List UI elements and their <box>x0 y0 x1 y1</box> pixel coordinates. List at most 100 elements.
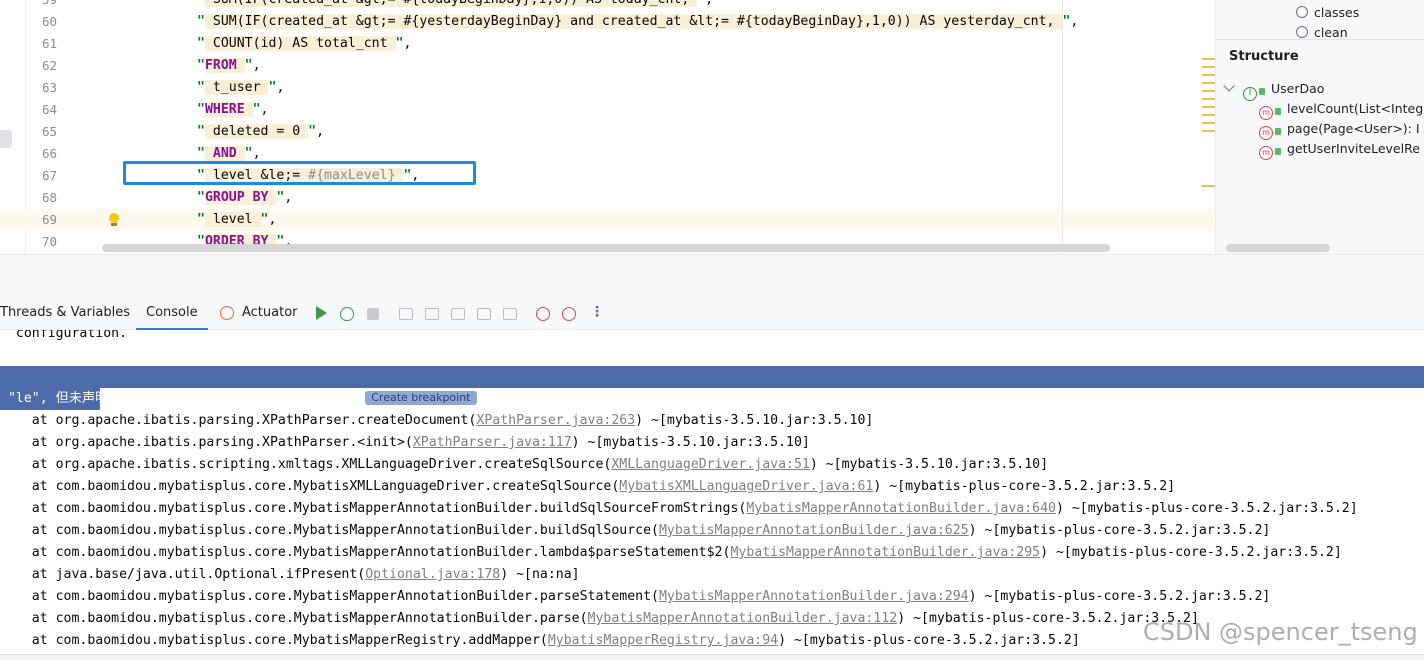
debug-window-header <box>0 254 1424 297</box>
scroll-marker <box>1202 90 1215 92</box>
line-number[interactable]: 66 <box>25 143 57 165</box>
source-link[interactable]: XPathParser.java:117 <box>413 435 572 450</box>
scroll-marker <box>1202 58 1215 60</box>
code-token: FROM <box>204 58 245 73</box>
code-line[interactable]: 68 "GROUP BY ", <box>0 187 1215 209</box>
tab-actuator[interactable]: Actuator <box>220 297 298 330</box>
editor-horizontal-scrollbar[interactable] <box>102 244 1110 252</box>
scroll-marker <box>1202 106 1215 108</box>
scroll-marker <box>1202 74 1215 76</box>
code-line[interactable]: 69 " level ", <box>0 209 1215 231</box>
code-token: , <box>252 146 261 161</box>
structure-method-item[interactable]: m getUserInviteLevelRe <box>1259 140 1420 160</box>
show-execution-point-icon[interactable] <box>399 308 413 320</box>
create-breakpoint-button[interactable]: Create breakpoint <box>365 391 477 405</box>
code-line[interactable]: 61 " COUNT(id) AS total_cnt ", <box>0 33 1215 55</box>
source-link[interactable]: MybatisMapperAnnotationBuilder.java:112 <box>588 611 898 626</box>
step-into-icon[interactable] <box>477 308 491 320</box>
stack-frame: at org.apache.ibatis.parsing.XPathParser… <box>0 432 1424 454</box>
source-link[interactable]: MybatisMapperRegistry.java:94 <box>548 633 778 648</box>
code-token: , <box>403 36 412 51</box>
structure-method-item[interactable]: m page(Page<User>): I <box>1259 120 1420 140</box>
stack-frame: at java.base/java.util.Optional.ifPresen… <box>0 564 1424 586</box>
code-token: " <box>197 102 205 117</box>
view-breakpoints-icon[interactable] <box>562 307 576 321</box>
code-token: " <box>197 36 205 51</box>
code-token: , <box>316 124 325 139</box>
structure-horizontal-scrollbar[interactable] <box>1226 244 1330 252</box>
line-number[interactable]: 67 <box>25 165 57 187</box>
code-token: " <box>197 212 205 227</box>
line-number[interactable]: 59 <box>25 0 57 11</box>
line-number[interactable]: 63 <box>25 77 57 99</box>
code-text: "WHERE ", <box>197 99 269 121</box>
debug-icon[interactable] <box>340 307 354 321</box>
stack-frame-method: at com.baomidou.mybatisplus.core.Mybatis… <box>0 523 659 538</box>
structure-title: Structure <box>1229 49 1299 64</box>
code-token: " <box>197 0 205 7</box>
step-out-icon[interactable] <box>503 308 517 320</box>
pause-icon[interactable] <box>425 308 439 320</box>
mute-breakpoints-icon[interactable] <box>536 307 550 321</box>
code-line[interactable]: 63 " t_user ", <box>0 77 1215 99</box>
chevron-down-icon[interactable] <box>1223 80 1235 92</box>
status-bar <box>0 654 1424 660</box>
code-token: WHERE <box>204 102 253 117</box>
more-options-icon[interactable]: ⋮ <box>590 305 606 321</box>
code-text: " COUNT(id) AS total_cnt ", <box>197 33 411 55</box>
source-link[interactable]: MybatisXMLLanguageDriver.java:61 <box>619 479 873 494</box>
scroll-marker <box>1202 122 1215 124</box>
code-line[interactable]: 59 " SUM(IF(created_at &gt;= #{todayBegin… <box>0 0 1215 11</box>
source-link[interactable]: MybatisMapperAnnotationBuilder.java:625 <box>659 523 969 538</box>
code-token: " <box>244 146 253 161</box>
right-margin-guide <box>1062 0 1063 254</box>
line-number[interactable]: 62 <box>25 55 57 77</box>
public-access-icon <box>1275 148 1281 155</box>
step-over-icon[interactable] <box>451 308 465 320</box>
code-text: "GROUP BY ", <box>197 187 292 209</box>
tab-threads-variables[interactable]: Threads & Variables <box>0 297 130 330</box>
stop-icon[interactable] <box>367 308 379 320</box>
code-line[interactable]: 64 "WHERE ", <box>0 99 1215 121</box>
console-error-line: "le", 但未声明它。 <box>0 388 135 410</box>
structure-method-item[interactable]: m levelCount(List<Integ <box>1259 100 1423 120</box>
line-number[interactable]: 60 <box>25 11 57 33</box>
lightbulb-icon[interactable] <box>108 213 120 227</box>
code-token: , <box>276 80 285 95</box>
code-line[interactable]: 62 "FROM ", <box>0 55 1215 77</box>
public-access-icon <box>1275 108 1281 115</box>
panel-divider[interactable] <box>1216 39 1424 40</box>
code-token: , <box>260 102 269 117</box>
line-number[interactable]: 70 <box>25 231 57 253</box>
scroll-marker <box>1202 114 1215 116</box>
source-link[interactable]: XPathParser.java:263 <box>476 413 635 428</box>
line-number[interactable]: 61 <box>25 33 57 55</box>
exception-class-link[interactable]: BuilderException <box>238 391 365 406</box>
code-editor[interactable]: 59 " SUM(IF(created_at &gt;= #{todayBegin… <box>0 0 1215 254</box>
console-line: configuration. <box>0 330 128 341</box>
stack-frame: at com.baomidou.mybatisplus.core.Mybatis… <box>0 586 1424 608</box>
tab-console[interactable]: Console <box>136 297 208 330</box>
stack-frame-jar: ) ~[mybatis-3.5.10.jar:3.5.10] <box>809 457 1049 472</box>
project-tree-item[interactable]: classes <box>1296 4 1359 22</box>
source-link[interactable]: Optional.java:178 <box>365 567 500 582</box>
resume-icon[interactable] <box>316 306 327 320</box>
code-token: , <box>252 58 261 73</box>
line-number[interactable]: 65 <box>25 121 57 143</box>
structure-root-userdao[interactable]: I UserDao <box>1223 80 1324 101</box>
line-number[interactable]: 64 <box>25 99 57 121</box>
line-number[interactable]: 69 <box>25 209 57 231</box>
code-token: , <box>705 0 713 7</box>
code-line[interactable]: 60 " SUM(IF(created_at &gt;= #{yesterdayB… <box>0 11 1215 33</box>
line-number[interactable]: 68 <box>25 187 57 209</box>
source-link[interactable]: XMLLanguageDriver.java:51 <box>611 457 810 472</box>
code-token: SUM(IF(created_at &gt;= #{yesterdayBegin… <box>204 14 1063 29</box>
stack-frame-jar: ) ~[mybatis-plus-core-3.5.2.jar:3.5.2] <box>968 589 1271 604</box>
source-link[interactable]: MybatisMapperAnnotationBuilder.java:640 <box>746 501 1056 516</box>
code-text: " SUM(IF(created_at &gt;= #{todayBeginDa… <box>197 0 713 11</box>
source-link[interactable]: MybatisMapperAnnotationBuilder.java:294 <box>659 589 969 604</box>
code-line[interactable]: 65 " deleted = 0 ", <box>0 121 1215 143</box>
stack-frame-jar: ) ~[mybatis-plus-core-3.5.2.jar:3.5.2] <box>873 479 1176 494</box>
console-output[interactable]: configuration. org.apache.ibatis.builder… <box>0 330 1424 660</box>
source-link[interactable]: MybatisMapperAnnotationBuilder.java:295 <box>730 545 1040 560</box>
